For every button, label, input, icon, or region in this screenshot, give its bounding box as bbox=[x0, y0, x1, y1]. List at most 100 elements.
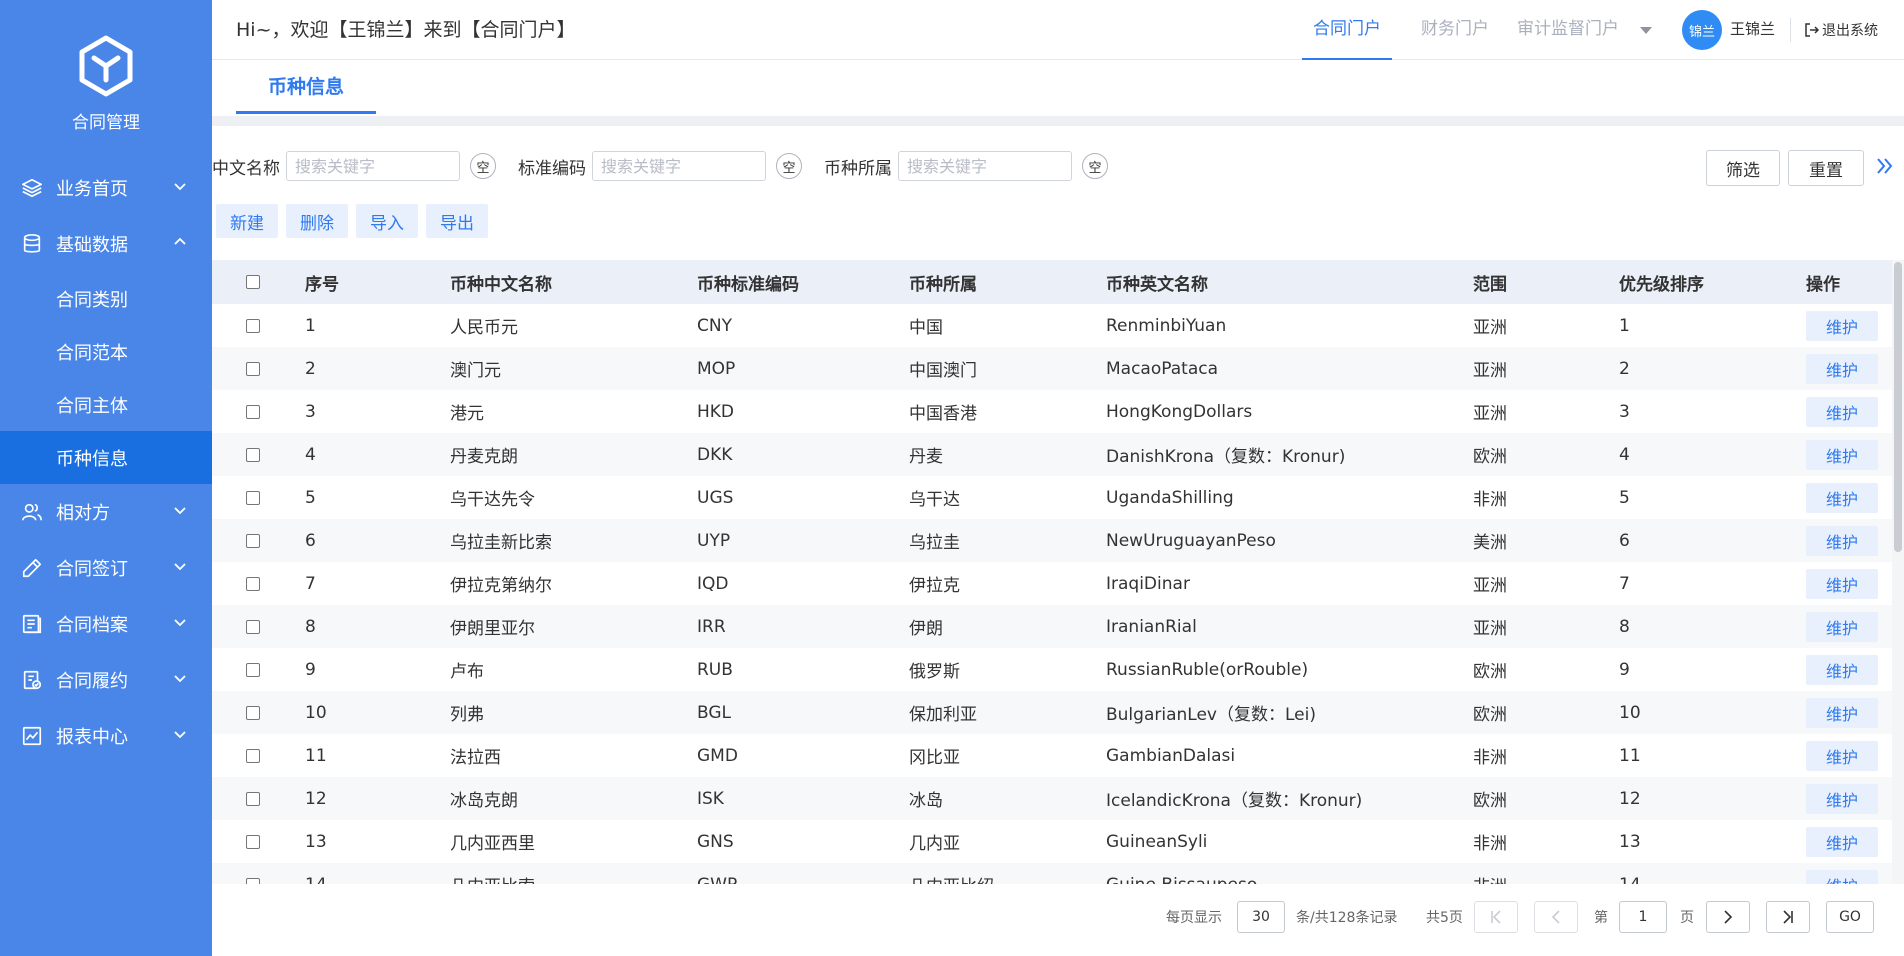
row-checkbox[interactable] bbox=[246, 533, 260, 548]
table-row: 6 乌拉圭新比索 UYP 乌拉圭 NewUruguayanPeso 美洲 6 维护 bbox=[212, 519, 1892, 562]
table-cell: 人民币元 bbox=[450, 318, 518, 338]
table-cell: UGS bbox=[697, 487, 734, 508]
table-cell: 10 bbox=[305, 702, 327, 723]
new-button[interactable]: 新建 bbox=[216, 204, 278, 238]
table-cell: RussianRuble(orRouble) bbox=[1106, 659, 1309, 680]
table-cell: 欧洲 bbox=[1473, 705, 1507, 725]
first-page-button[interactable] bbox=[1474, 901, 1518, 933]
table-cell: 几内亚 bbox=[909, 834, 960, 854]
row-checkbox[interactable] bbox=[246, 748, 260, 763]
nav-item-counterparty[interactable]: 相对方 bbox=[0, 484, 212, 540]
maintain-button[interactable]: 维护 bbox=[1806, 697, 1878, 728]
table-cell: 1 bbox=[305, 315, 316, 336]
row-checkbox[interactable] bbox=[246, 318, 260, 333]
table-scrollbar[interactable] bbox=[1892, 260, 1904, 884]
sub-item-contract-template[interactable]: 合同范本 bbox=[0, 325, 212, 378]
table-cell: 7 bbox=[305, 573, 316, 594]
tab-audit-portal[interactable]: 审计监督门户 bbox=[1508, 0, 1628, 60]
nav-item-contract-archive[interactable]: 合同档案 bbox=[0, 596, 212, 652]
maintain-button[interactable]: 维护 bbox=[1806, 783, 1878, 814]
clear-chinese-name-button[interactable]: 空 bbox=[470, 153, 496, 179]
maintain-button[interactable]: 维护 bbox=[1806, 740, 1878, 771]
divider bbox=[1790, 18, 1791, 42]
row-checkbox[interactable] bbox=[246, 576, 260, 591]
table-cell: 12 bbox=[1619, 788, 1641, 809]
user-name[interactable]: 王锦兰 bbox=[1730, 0, 1775, 60]
nav-item-contract-performance[interactable]: 合同履约 bbox=[0, 652, 212, 708]
tab-contract-portal[interactable]: 合同门户 bbox=[1302, 0, 1392, 60]
maintain-button[interactable]: 维护 bbox=[1806, 439, 1878, 470]
per-page-input[interactable]: 30 bbox=[1237, 901, 1285, 933]
row-checkbox[interactable] bbox=[246, 447, 260, 462]
clear-standard-code-button[interactable]: 空 bbox=[776, 153, 802, 179]
double-chevron-right-icon[interactable] bbox=[1874, 154, 1896, 178]
last-page-button[interactable] bbox=[1766, 901, 1810, 933]
nav-item-business-home[interactable]: 业务首页 bbox=[0, 160, 212, 216]
currency-owner-search-input[interactable] bbox=[898, 151, 1072, 181]
last-page-icon bbox=[1783, 910, 1793, 924]
table-cell: 中国 bbox=[909, 318, 943, 338]
nav-item-basic-data[interactable]: 基础数据 bbox=[0, 216, 212, 272]
go-button[interactable]: GO bbox=[1826, 901, 1874, 933]
nav-item-report-center[interactable]: 报表中心 bbox=[0, 708, 212, 764]
nav-label: 合同档案 bbox=[56, 615, 128, 636]
top-bar: Hi~，欢迎【王锦兰】来到【合同门户】 合同门户 财务门户 审计监督门户 锦兰 … bbox=[212, 0, 1904, 60]
import-button[interactable]: 导入 bbox=[356, 204, 418, 238]
maintain-button[interactable]: 维护 bbox=[1806, 396, 1878, 427]
row-checkbox[interactable] bbox=[246, 619, 260, 634]
sidebar: 合同管理 业务首页 基础数据 合同类别 合同范本 合同主体 币种信息 相对方 合… bbox=[0, 0, 212, 956]
clear-currency-owner-button[interactable]: 空 bbox=[1082, 153, 1108, 179]
maintain-button[interactable]: 维护 bbox=[1806, 568, 1878, 599]
sub-item-contract-subject[interactable]: 合同主体 bbox=[0, 378, 212, 431]
first-page-icon bbox=[1491, 910, 1501, 924]
row-checkbox[interactable] bbox=[246, 834, 260, 849]
next-page-button[interactable] bbox=[1706, 901, 1750, 933]
logout-button[interactable]: 退出系统 bbox=[1804, 0, 1878, 60]
maintain-button[interactable]: 维护 bbox=[1806, 482, 1878, 513]
caret-down-icon[interactable] bbox=[1636, 20, 1656, 40]
scrollbar-thumb[interactable] bbox=[1894, 262, 1902, 552]
table-cell: ISK bbox=[697, 788, 724, 809]
table-cell: 美洲 bbox=[1473, 533, 1507, 553]
export-button[interactable]: 导出 bbox=[426, 204, 488, 238]
row-checkbox[interactable] bbox=[246, 490, 260, 505]
maintain-button[interactable]: 维护 bbox=[1806, 310, 1878, 341]
page-prefix: 第 bbox=[1594, 910, 1608, 926]
page-tab-currency-info[interactable]: 币种信息 bbox=[236, 60, 376, 114]
maintain-button[interactable]: 维护 bbox=[1806, 826, 1878, 857]
nav-label: 相对方 bbox=[56, 503, 110, 524]
row-checkbox[interactable] bbox=[246, 705, 260, 720]
maintain-button[interactable]: 维护 bbox=[1806, 525, 1878, 556]
prev-page-button[interactable] bbox=[1534, 901, 1578, 933]
row-checkbox[interactable] bbox=[246, 791, 260, 806]
row-checkbox[interactable] bbox=[246, 662, 260, 677]
row-checkbox[interactable] bbox=[246, 404, 260, 419]
table-cell: 14 bbox=[305, 863, 327, 885]
select-all-checkbox[interactable] bbox=[246, 275, 260, 289]
avatar[interactable]: 锦兰 bbox=[1682, 10, 1722, 50]
table-cell: 非洲 bbox=[1473, 834, 1507, 854]
table-cell: 12 bbox=[305, 788, 327, 809]
nav-label: 基础数据 bbox=[56, 235, 128, 256]
maintain-button[interactable]: 维护 bbox=[1806, 654, 1878, 685]
maintain-button[interactable]: 维护 bbox=[1806, 869, 1878, 884]
table-cell: RenminbiYuan bbox=[1106, 315, 1227, 336]
delete-button[interactable]: 删除 bbox=[286, 204, 348, 238]
sub-item-currency-info[interactable]: 币种信息 bbox=[0, 431, 212, 484]
current-page-input[interactable]: 1 bbox=[1619, 901, 1667, 933]
reset-button[interactable]: 重置 bbox=[1788, 150, 1864, 186]
nav-item-contract-signing[interactable]: 合同签订 bbox=[0, 540, 212, 596]
chevron-down-icon bbox=[172, 726, 188, 747]
sub-item-contract-category[interactable]: 合同类别 bbox=[0, 272, 212, 325]
column-header: 币种中文名称 bbox=[450, 274, 552, 295]
row-checkbox[interactable] bbox=[246, 877, 260, 884]
table-cell: HKD bbox=[697, 401, 735, 422]
chinese-name-search-input[interactable] bbox=[286, 151, 460, 181]
filter-button[interactable]: 筛选 bbox=[1706, 150, 1780, 186]
maintain-button[interactable]: 维护 bbox=[1806, 611, 1878, 642]
maintain-button[interactable]: 维护 bbox=[1806, 353, 1878, 384]
standard-code-search-input[interactable] bbox=[592, 151, 766, 181]
row-checkbox[interactable] bbox=[246, 361, 260, 376]
table-cell: GNS bbox=[697, 831, 734, 852]
tab-finance-portal[interactable]: 财务门户 bbox=[1410, 0, 1500, 60]
